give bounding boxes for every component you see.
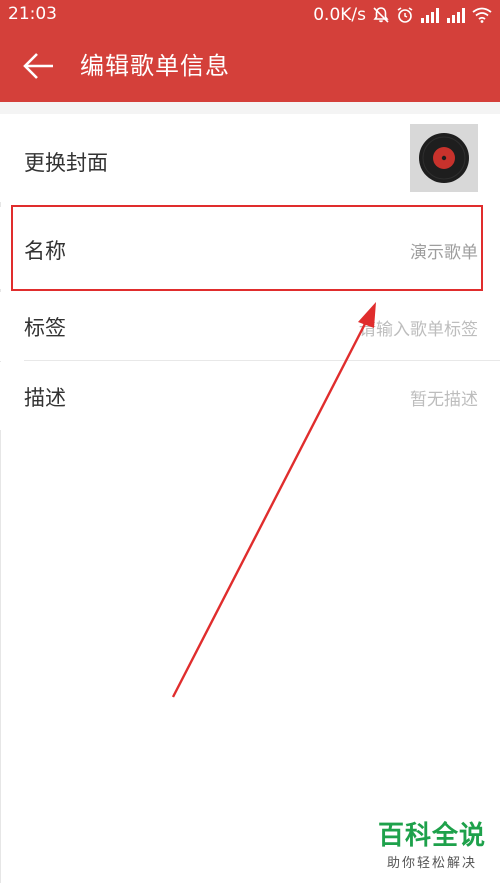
app-bar: 编辑歌单信息 bbox=[0, 30, 500, 102]
row-tags[interactable]: 标签 请输入歌单标签 bbox=[0, 292, 500, 361]
header-divider bbox=[0, 102, 500, 114]
mute-bell-icon bbox=[372, 6, 390, 24]
tags-placeholder: 请输入歌单标签 bbox=[359, 320, 478, 340]
edit-playlist-screen: 21:03 0.0K/s 编辑歌单信息 更换封面 名称 演示歌单 标签 请输入歌… bbox=[0, 0, 500, 883]
row-label-cover: 更换封面 bbox=[24, 151, 108, 175]
description-placeholder: 暂无描述 bbox=[410, 390, 478, 410]
row-change-cover[interactable]: 更换封面 bbox=[0, 114, 500, 202]
signal-icon bbox=[446, 7, 466, 23]
row-description[interactable]: 描述 暂无描述 bbox=[0, 362, 500, 430]
arrow-left-icon bbox=[22, 53, 56, 86]
highlight-box bbox=[11, 205, 483, 291]
watermark: 百科全说 助你轻松解决 bbox=[378, 815, 486, 871]
row-label-tags: 标签 bbox=[24, 316, 66, 340]
network-speed: 0.0K/s bbox=[313, 5, 366, 25]
status-time: 21:03 bbox=[8, 4, 57, 24]
signal-icon bbox=[420, 7, 440, 23]
back-button[interactable] bbox=[22, 50, 56, 82]
row-divider bbox=[24, 360, 500, 361]
cover-thumbnail[interactable] bbox=[410, 124, 478, 192]
alarm-icon bbox=[396, 6, 414, 24]
row-label-description: 描述 bbox=[24, 386, 66, 410]
status-bar: 21:03 0.0K/s bbox=[0, 0, 500, 30]
watermark-title: 百科全说 bbox=[377, 821, 486, 851]
watermark-subtitle: 助你轻松解决 bbox=[386, 856, 477, 871]
wifi-icon bbox=[472, 7, 492, 23]
status-icons: 0.0K/s bbox=[313, 4, 492, 26]
vinyl-record-icon bbox=[410, 124, 478, 196]
page-title: 编辑歌单信息 bbox=[80, 52, 230, 80]
